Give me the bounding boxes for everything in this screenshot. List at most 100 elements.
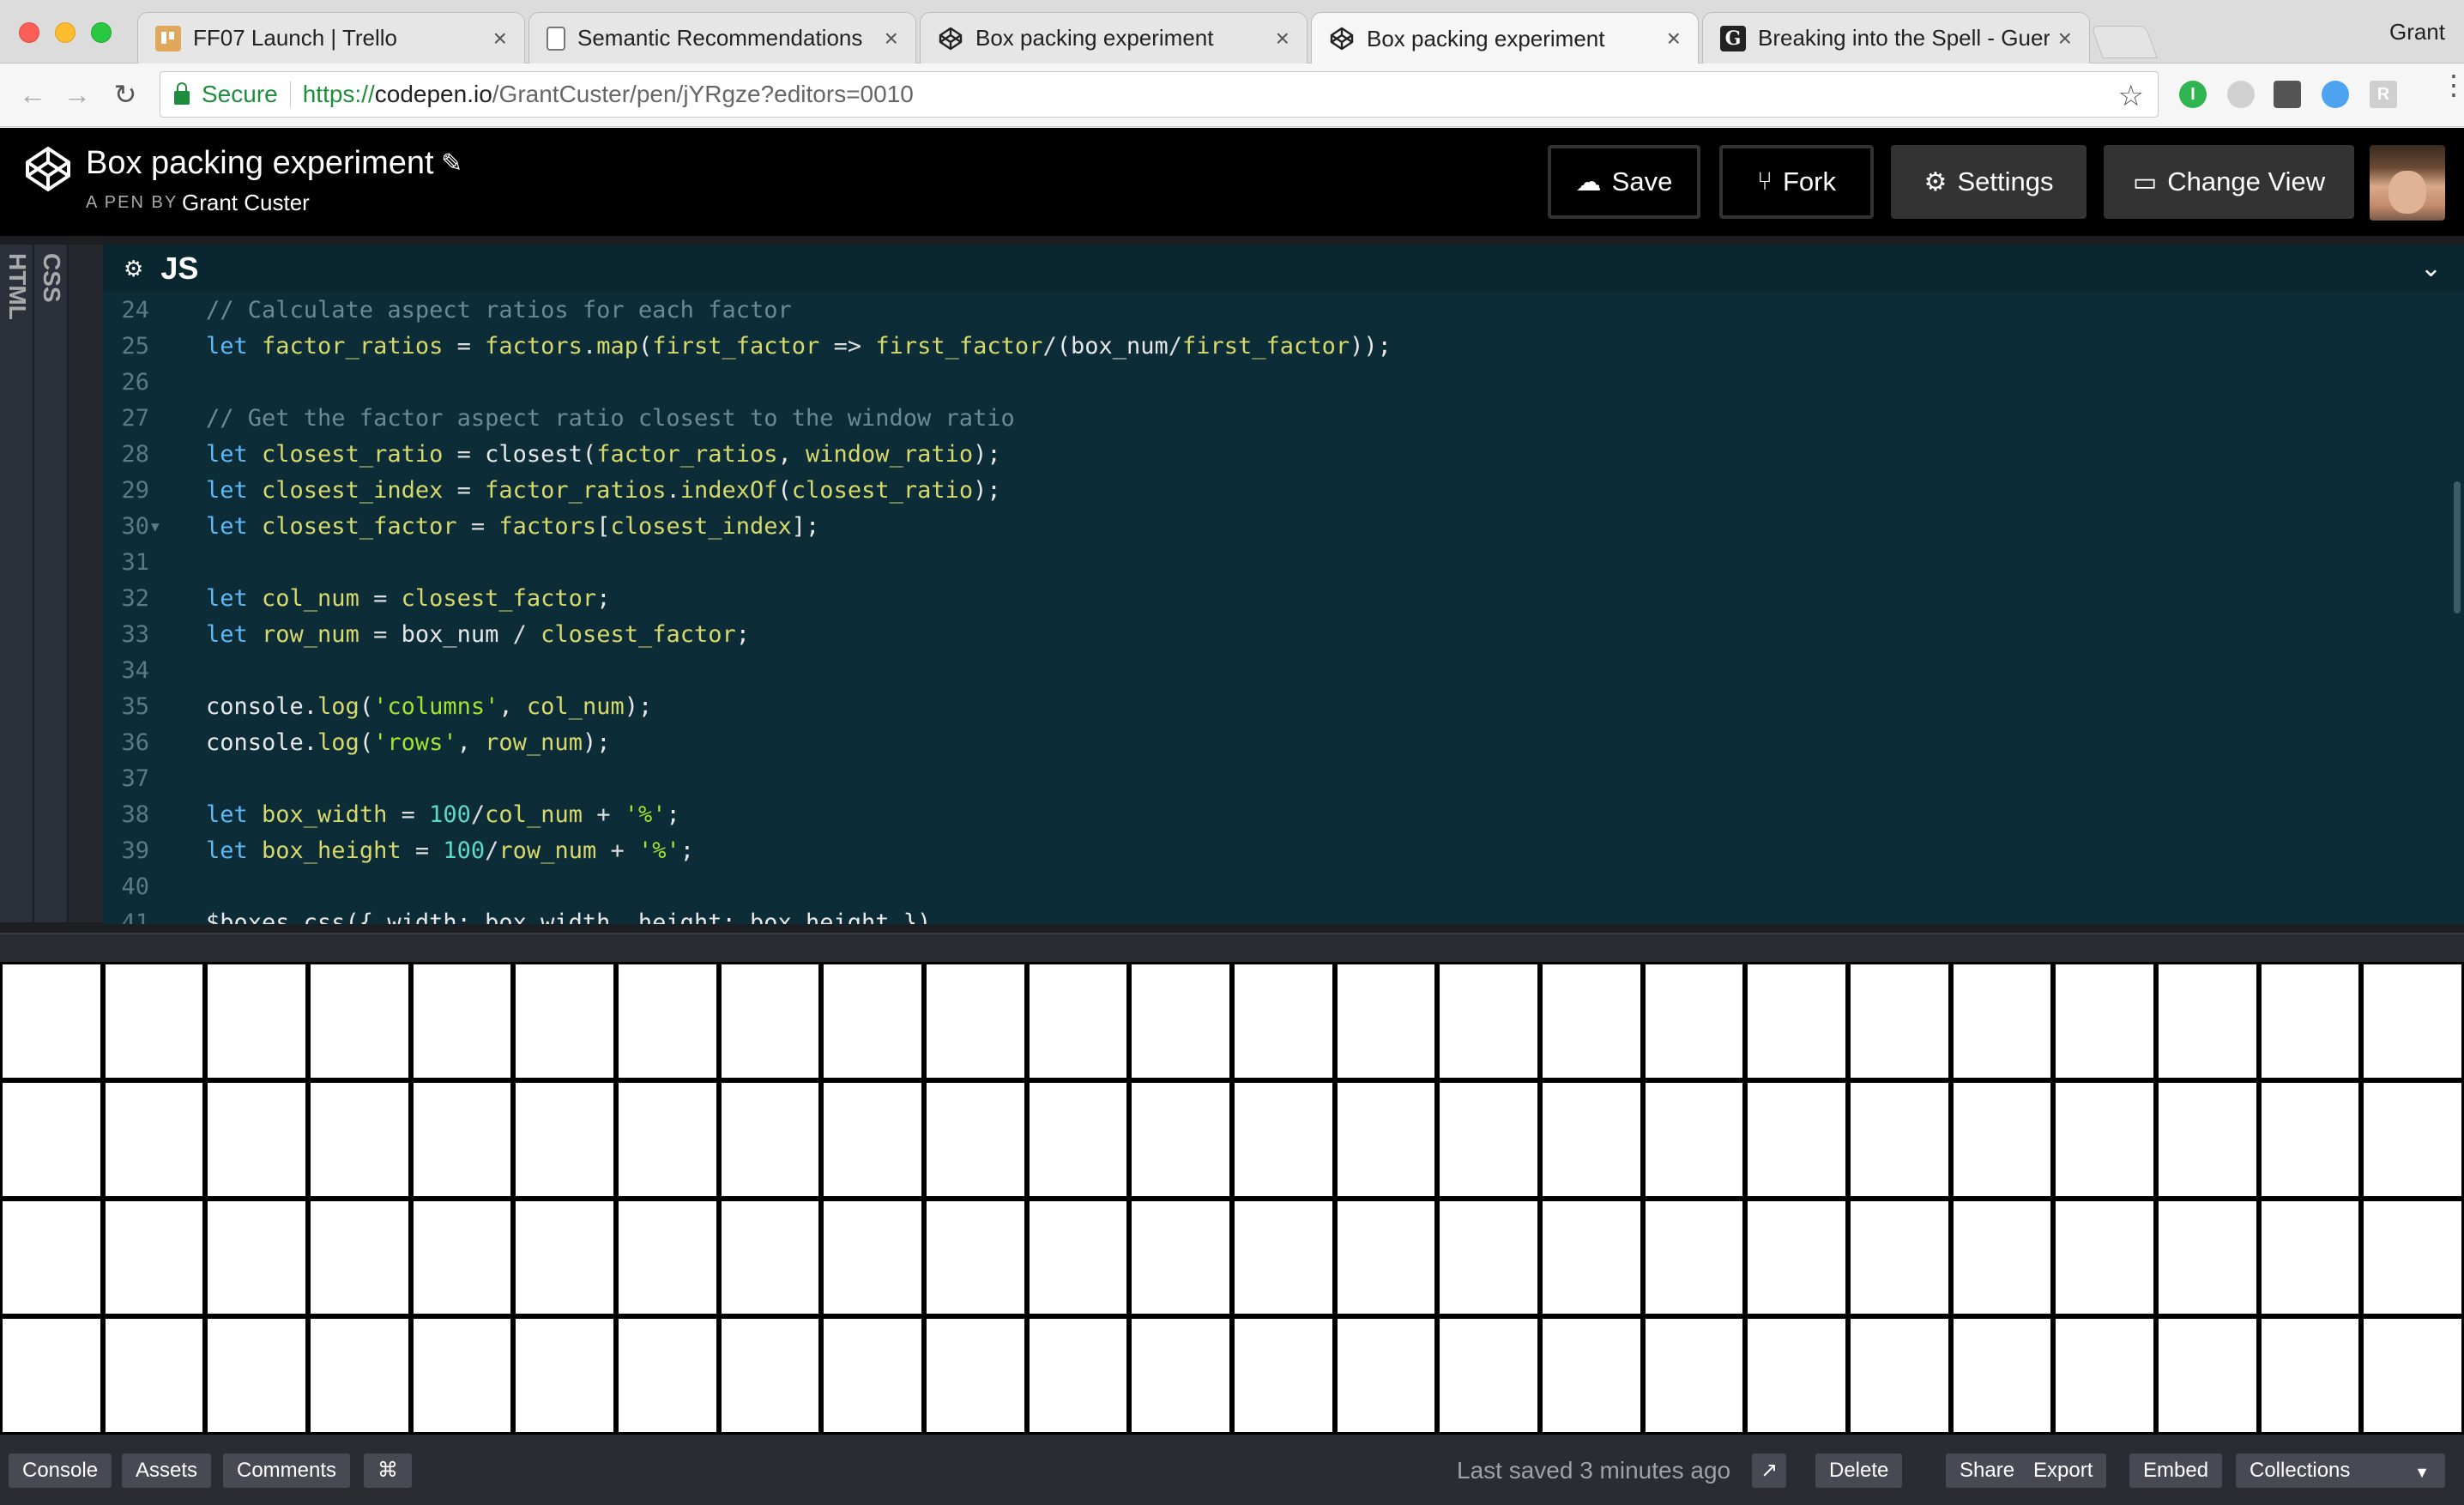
embed-button[interactable]: Embed [2129,1454,2223,1488]
line-number: 27 [121,405,149,432]
url-bar[interactable]: Secure https://codepen.io/GrantCuster/pe… [160,71,2159,118]
code-line[interactable]: 34 [103,653,2464,689]
change-view-button[interactable]: ▭ Change View [2104,145,2354,219]
close-tab-icon[interactable]: × [2058,25,2072,52]
preview-box [721,964,819,1078]
css-editor-tab[interactable]: CSS [34,245,67,922]
user-avatar[interactable] [2370,145,2445,221]
open-external-icon[interactable]: ↗ [1752,1454,1787,1488]
code-token: ; [666,801,680,828]
preview-box [413,1200,511,1315]
preview-box [1029,964,1127,1078]
editor-divider[interactable] [69,245,103,922]
code-line[interactable]: 26 [103,365,2464,401]
chevron-down-icon[interactable]: ⌄ [2420,253,2442,283]
code-line[interactable]: 33 let row_num = box_num / closest_factor… [103,617,2464,653]
code-token: => [819,333,876,360]
preview-box [824,1082,921,1196]
close-window-button[interactable] [19,22,39,43]
new-tab-button[interactable] [2091,26,2158,58]
browser-tab-codepen-active[interactable]: Box packing experiment × [1311,12,1699,64]
code-line[interactable]: 27 // Get the factor aspect ratio closest… [103,401,2464,437]
browser-tab-semantic[interactable]: Semantic Recommendations × [528,12,916,63]
console-button[interactable]: Console [9,1454,112,1488]
extension-icon-r[interactable]: R [2370,81,2397,108]
url-host: codepen.io [374,81,492,107]
reload-icon[interactable]: ↻ [108,77,142,112]
code-text: // Calculate aspect ratios for each fact… [206,293,792,329]
extension-icon-shield[interactable] [2227,81,2255,108]
line-number: 35 [121,693,149,720]
code-line[interactable]: 40 [103,869,2464,905]
minimize-window-button[interactable] [55,22,75,43]
share-button[interactable]: Share [1946,1454,2029,1488]
forward-arrow-icon[interactable]: → [60,77,94,112]
pen-author-link[interactable]: Grant Custer [182,190,310,216]
extension-icon-green[interactable]: I [2179,81,2207,108]
code-token: window_ratio [806,441,974,468]
code-token: ); [973,441,1001,468]
preview-box [1440,1082,1537,1196]
assets-button[interactable]: Assets [122,1454,212,1488]
code-line[interactable]: 31 [103,545,2464,581]
code-line[interactable]: 24 // Calculate aspect ratios for each fa… [103,293,2464,329]
extension-icon-bird[interactable] [2322,81,2349,108]
preview-resize-handle[interactable] [0,933,2464,962]
delete-button[interactable]: Delete [1815,1454,1903,1488]
close-tab-icon[interactable]: × [1276,25,1289,52]
browser-tab-trello[interactable]: FF07 Launch | Trello × [137,12,525,63]
codepen-icon [938,26,963,51]
preview-box [208,1200,305,1315]
extension-icon-camera[interactable] [2274,81,2301,108]
code-line[interactable]: 25 let factor_ratios = factors.map(first_… [103,329,2464,365]
preview-box [824,964,921,1078]
preview-box [2158,1082,2256,1196]
codepen-logo-icon[interactable] [24,145,72,193]
settings-button[interactable]: ⚙ Settings [1891,145,2087,219]
fork-button[interactable]: ⑂ Fork [1719,145,1874,219]
browser-tab-guernica[interactable]: G Breaking into the Spell - Guern × [1702,12,2090,63]
code-line[interactable]: 35 console.log('columns', col_num); [103,689,2464,725]
code-line[interactable]: 28 let closest_ratio = closest(factor_rat… [103,437,2464,473]
code-token: closest_factor [262,513,457,540]
code-line[interactable]: 32 let col_num = closest_factor; [103,581,2464,617]
back-arrow-icon[interactable]: ← [15,77,50,112]
save-button[interactable]: ☁ Save [1548,145,1700,219]
fork-label: Fork [1783,166,1836,196]
bookmark-star-icon[interactable]: ☆ [2118,79,2144,113]
editor-scrollbar[interactable] [2454,481,2461,613]
code-line[interactable]: 36 console.log('rows', row_num); [103,725,2464,761]
export-button[interactable]: Export [2020,1454,2107,1488]
preview-box [2056,1200,2153,1315]
preview-box [1132,1319,1229,1432]
code-editor[interactable]: 24 // Calculate aspect ratios for each fa… [103,293,2464,924]
close-tab-icon[interactable]: × [1667,25,1681,52]
code-line[interactable]: 29 let closest_index = factor_ratios.inde… [103,473,2464,509]
code-line[interactable]: 38 let box_width = 100/col_num + '%'; [103,797,2464,833]
code-token: + [596,837,638,864]
preview-box [1440,1319,1537,1432]
maximize-window-button[interactable] [91,22,112,43]
comments-button[interactable]: Comments [223,1454,351,1488]
code-token: = [443,477,486,504]
profile-name[interactable]: Grant [2389,19,2445,45]
keyboard-shortcuts-button[interactable]: ⌘ [364,1454,412,1488]
browser-tab-codepen[interactable]: Box packing experiment × [920,12,1307,63]
html-editor-tab[interactable]: HTML [0,245,33,922]
caret-down-icon[interactable]: ▼ [2414,1464,2430,1482]
close-tab-icon[interactable]: × [493,25,507,52]
code-line[interactable]: 30 ▼ let closest_factor = factors[closest_… [103,509,2464,545]
code-line[interactable]: 37 [103,761,2464,797]
pen-title[interactable]: Box packing experiment [86,145,434,182]
browser-menu-icon[interactable]: ⋮ [2440,71,2464,99]
code-token: / [1042,333,1057,360]
js-editor-pane[interactable]: ⚙ JS ⌄ 24 // Calculate aspect ratios for … [103,245,2464,924]
edit-pencil-icon[interactable]: ✎ [441,148,462,178]
code-line[interactable]: 41 $boxes.css({ width: box_width, height:… [103,905,2464,924]
fold-arrow-icon[interactable]: ▼ [151,509,160,545]
code-line[interactable]: 39 let box_height = 100/row_num + '%'; [103,833,2464,869]
close-tab-icon[interactable]: × [885,25,898,52]
js-settings-gear-icon[interactable]: ⚙ [124,256,143,282]
url-divider [289,82,291,107]
document-icon [547,26,565,51]
